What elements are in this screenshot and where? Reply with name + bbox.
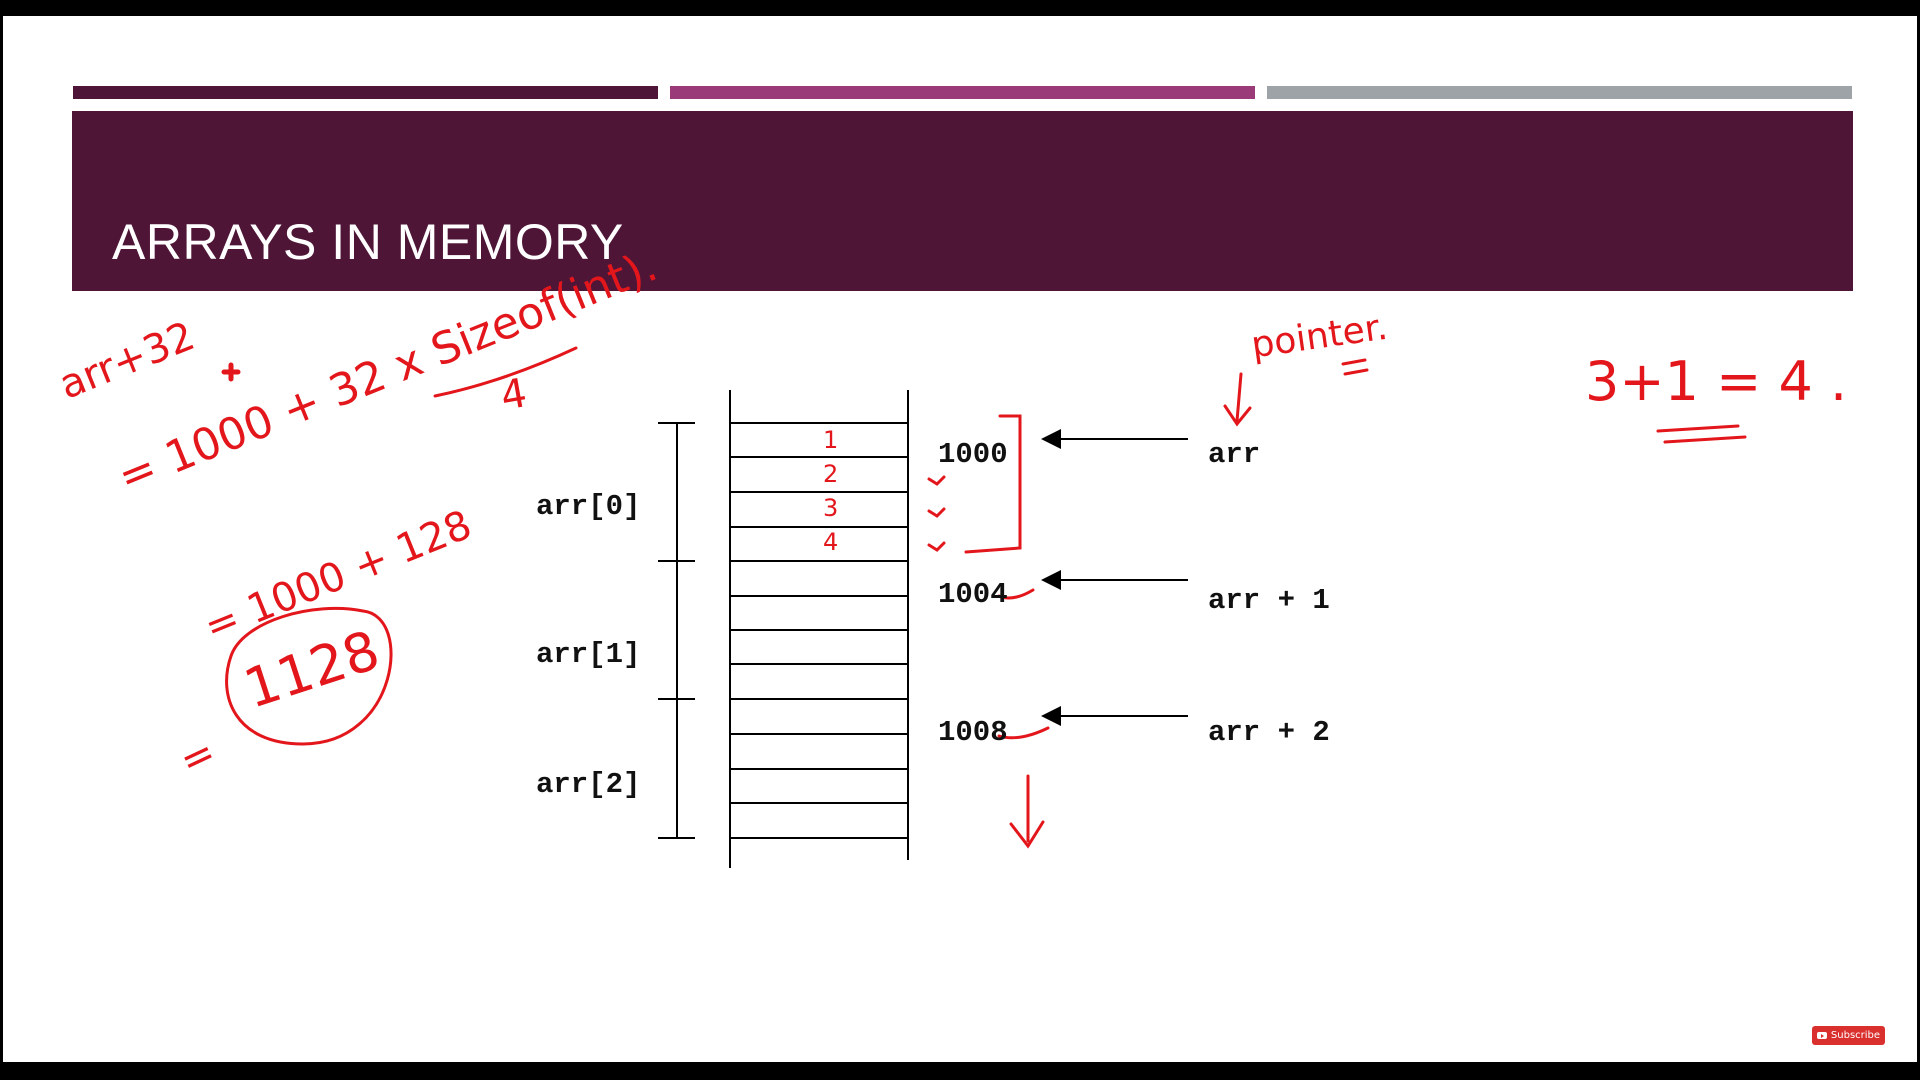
element-brackets xyxy=(658,422,695,839)
address-1: 1004 xyxy=(938,578,1008,611)
byte-number-2: 2 xyxy=(823,460,839,488)
element-label-1: arr[1] xyxy=(536,638,641,671)
pointer-label-1: arr + 1 xyxy=(1208,584,1330,617)
youtube-play-icon xyxy=(1816,1032,1827,1039)
byte-number-4: 4 xyxy=(823,528,839,556)
address-2: 1008 xyxy=(938,716,1008,749)
element-label-2: arr[2] xyxy=(536,768,641,801)
subscribe-button[interactable]: Subscribe xyxy=(1812,1026,1885,1045)
pointer-label-2: arr + 2 xyxy=(1208,716,1330,749)
memory-cells xyxy=(730,422,908,839)
pointer-label-0: arr xyxy=(1208,438,1261,471)
subscribe-label: Subscribe xyxy=(1830,1030,1881,1041)
annotation-sum: 3+1 = 4 . xyxy=(1585,350,1848,413)
pointer-arrows xyxy=(1041,429,1188,726)
element-label-0: arr[0] xyxy=(536,490,641,523)
slide: ARRAYS IN MEMORY arr[0] arr[1] arr[2] 10… xyxy=(3,16,1917,1062)
byte-number-3: 3 xyxy=(823,494,839,522)
memory-diagram xyxy=(221,346,1747,868)
address-0: 1000 xyxy=(938,438,1008,471)
byte-number-1: 1 xyxy=(823,426,839,454)
